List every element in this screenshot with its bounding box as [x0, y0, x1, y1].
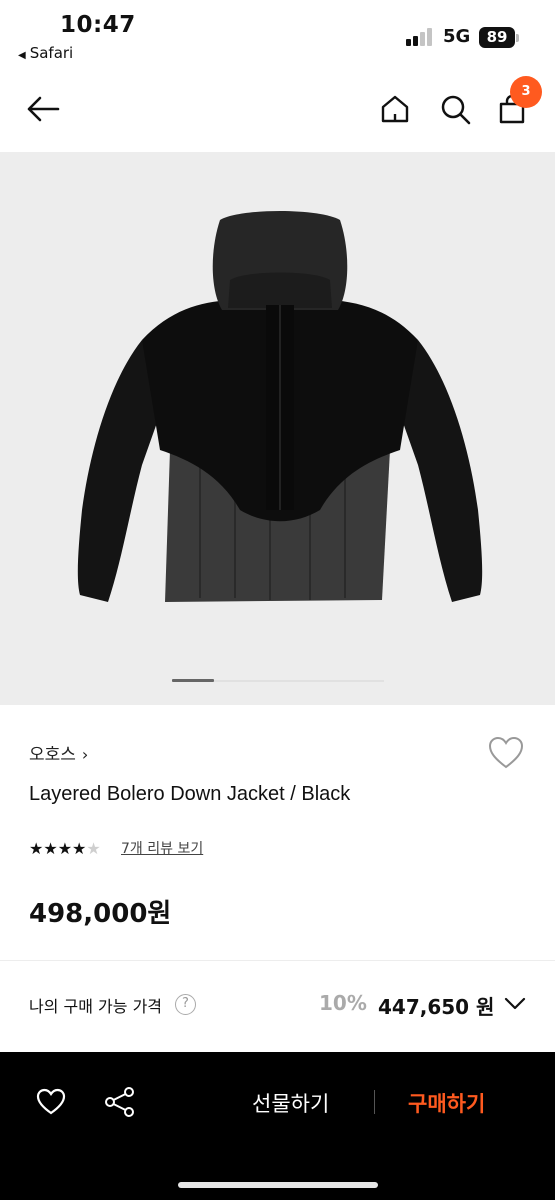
- rating-stars: ★★★★★: [29, 839, 101, 858]
- product-image-jacket: [77, 211, 483, 602]
- home-indicator: [178, 1182, 378, 1188]
- brand-link[interactable]: 오호스 ›: [29, 740, 88, 765]
- back-triangle-icon: ◀: [18, 50, 26, 61]
- button-separator: [374, 1090, 375, 1114]
- brand-chevron-icon: ›: [81, 745, 89, 764]
- cart-count-badge: 3: [510, 76, 542, 108]
- bottom-action-bar: 선물하기 구매하기: [0, 1052, 555, 1200]
- top-nav: [0, 72, 555, 152]
- product-title: Layered Bolero Down Jacket / Black: [29, 783, 351, 805]
- share-icon[interactable]: [104, 1086, 136, 1118]
- wishlist-heart-icon[interactable]: [488, 736, 524, 770]
- battery-tip: [516, 34, 519, 42]
- discount-rate: 10%: [319, 991, 367, 1015]
- my-price-label: 나의 구매 가능 가격: [29, 997, 163, 1016]
- buy-button[interactable]: 구매하기: [408, 1088, 485, 1118]
- status-bar: 10:47 ◀ Safari 5G 89: [0, 0, 555, 72]
- home-icon[interactable]: [380, 94, 410, 124]
- network-type: 5G: [443, 26, 471, 47]
- chevron-down-icon[interactable]: [504, 994, 526, 1012]
- signal-icon: [406, 28, 436, 46]
- product-price: 498,000원: [29, 899, 172, 929]
- gift-button[interactable]: 선물하기: [252, 1088, 329, 1118]
- product-image-gallery[interactable]: [0, 152, 555, 705]
- status-time: 10:47: [60, 12, 136, 38]
- gallery-indicator-thumb: [172, 679, 214, 682]
- back-app-label: Safari: [29, 44, 74, 62]
- review-link[interactable]: 7개 리뷰 보기: [121, 838, 203, 858]
- search-icon[interactable]: [440, 94, 471, 125]
- back-arrow-icon[interactable]: [26, 96, 60, 122]
- brand-name: 오호스: [29, 745, 76, 765]
- back-to-safari-link[interactable]: ◀ Safari: [18, 44, 73, 62]
- final-price: 447,650 원: [378, 995, 495, 1019]
- battery-icon: 89: [479, 27, 515, 48]
- divider: [0, 960, 555, 961]
- heart-icon[interactable]: [36, 1088, 66, 1116]
- help-icon[interactable]: ?: [175, 994, 196, 1015]
